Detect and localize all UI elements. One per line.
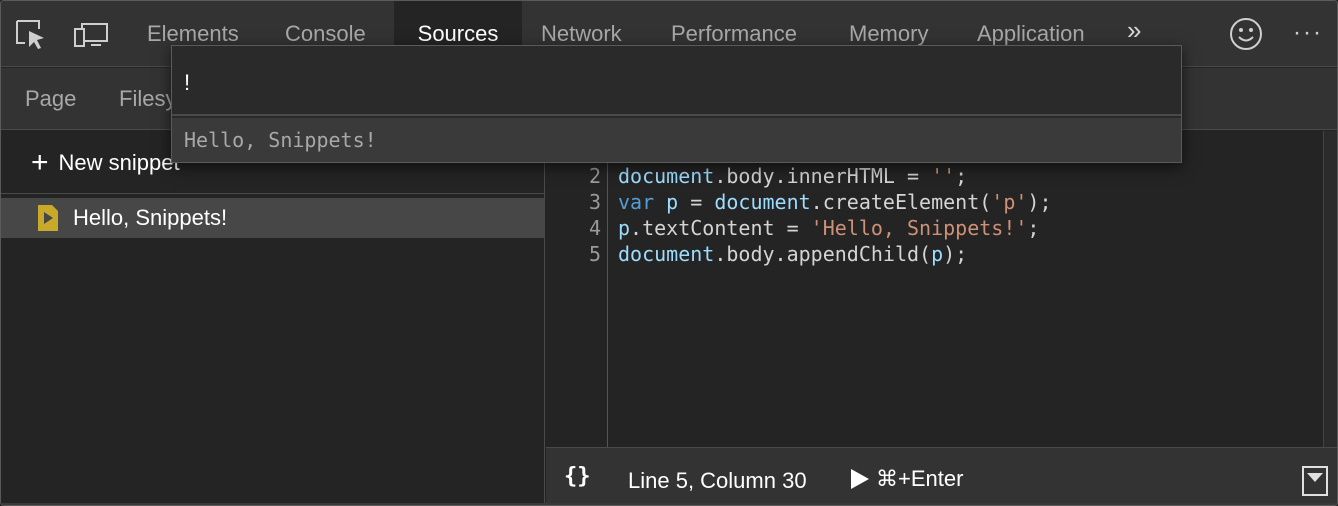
plus-icon: + xyxy=(31,146,49,179)
inspect-element-icon[interactable] xyxy=(13,17,49,53)
editor-scrollbar[interactable] xyxy=(1323,131,1337,447)
code-token: p xyxy=(666,190,679,214)
new-snippet-label: New snippet xyxy=(58,150,180,175)
device-toolbar-icon[interactable] xyxy=(73,17,109,53)
subtab-page[interactable]: Page xyxy=(25,68,76,130)
snippet-item-hello-snippets[interactable]: Hello, Snippets! xyxy=(1,198,545,238)
code-token: var xyxy=(618,190,655,214)
quick-open-result-item[interactable]: Hello, Snippets! xyxy=(172,118,1181,162)
code-line: document.body.appendChild(p); xyxy=(618,242,967,266)
editor-status-bar: {} Line 5, Column 30 ⌘+Enter xyxy=(546,447,1337,505)
code-token: '' xyxy=(931,164,956,188)
line-number: 5 xyxy=(588,242,601,266)
pretty-print-button[interactable]: {} xyxy=(564,464,591,489)
more-options-button[interactable]: ··· xyxy=(1293,19,1323,47)
snippet-file-icon xyxy=(37,204,59,232)
code-token: .createElement( xyxy=(810,190,992,214)
line-number: 3 xyxy=(588,190,601,214)
quick-open-input[interactable]: ! xyxy=(172,46,1181,116)
code-line: document.body.innerHTML = ''; xyxy=(618,164,967,188)
code-token: 'Hello, Snippets!' xyxy=(810,216,1028,240)
code-token: document xyxy=(618,242,715,266)
code-token: document xyxy=(714,190,811,214)
run-snippet-button[interactable]: ⌘+Enter xyxy=(850,466,963,492)
code-token: ); xyxy=(1027,190,1052,214)
toggle-drawer-icon[interactable] xyxy=(1302,466,1328,496)
code-token: = xyxy=(678,190,715,214)
code-token: .textContent = xyxy=(630,216,811,240)
cursor-position: Line 5, Column 30 xyxy=(628,468,807,493)
more-tabs-button[interactable]: » xyxy=(1127,15,1141,46)
code-line: p.textContent = 'Hello, Snippets!'; xyxy=(618,216,1039,240)
run-play-icon xyxy=(850,468,870,490)
code-token: p xyxy=(931,242,944,266)
snippets-navigator: + New snippet Hello, Snippets! xyxy=(1,131,545,505)
code-token: ; xyxy=(1027,216,1040,240)
line-number: 2 xyxy=(588,164,601,188)
snippet-item-label: Hello, Snippets! xyxy=(73,205,228,230)
devtools-window: Elements Console Sources Network Perform… xyxy=(0,0,1338,506)
divider xyxy=(1,193,545,194)
new-snippet-button[interactable]: + New snippet xyxy=(31,145,180,181)
code-token: ; xyxy=(955,164,968,188)
code-token: 'p' xyxy=(991,190,1028,214)
quick-open-dialog: ! Hello, Snippets! xyxy=(171,45,1182,163)
code-token: .body.innerHTML = xyxy=(714,164,932,188)
code-line: var p = document.createElement('p'); xyxy=(618,190,1052,214)
code-token: document xyxy=(618,164,715,188)
quick-open-result-label: Hello, Snippets! xyxy=(184,128,377,152)
code-token: ); xyxy=(943,242,968,266)
line-number: 4 xyxy=(588,216,601,240)
quick-open-query: ! xyxy=(184,70,191,95)
subtab-filesystem[interactable]: Filesy xyxy=(119,68,176,130)
code-token: .body.appendChild( xyxy=(714,242,932,266)
run-shortcut-label: ⌘+Enter xyxy=(876,466,964,491)
code-editor[interactable]: 2 3 4 5 document.body.innerHTML = ''; var… xyxy=(546,131,1322,447)
feedback-smiley-icon[interactable] xyxy=(1229,17,1263,56)
code-token: p xyxy=(618,216,631,240)
line-number-gutter: 2 3 4 5 xyxy=(546,131,608,447)
